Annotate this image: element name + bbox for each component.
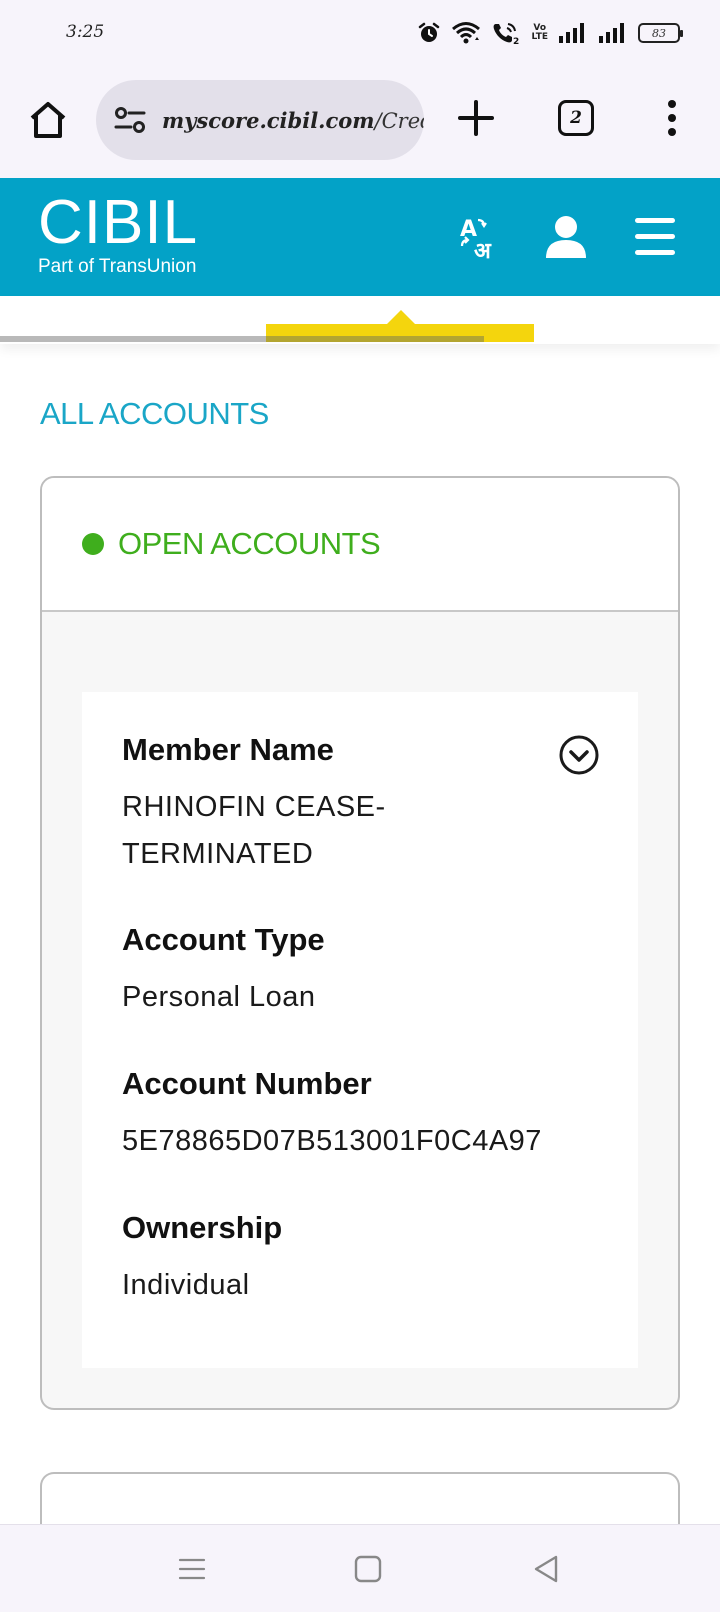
home-square-icon[interactable] — [350, 1551, 386, 1587]
account-type-label: Account Type — [122, 922, 325, 957]
translate-icon[interactable]: A अ — [458, 214, 504, 260]
more-vertical-icon[interactable] — [660, 96, 684, 140]
progress-track-overlay — [266, 336, 484, 342]
logo-tagline: Part of TransUnion — [38, 256, 197, 277]
status-icons: 2 Vo LTE 83 — [417, 18, 683, 48]
wifi-icon — [452, 22, 481, 44]
member-name-line2: TERMINATED — [122, 838, 314, 870]
ownership-value: Individual — [122, 1269, 250, 1301]
status-dot — [82, 533, 104, 555]
chevron-down-circle-icon[interactable] — [558, 734, 600, 776]
address-bar[interactable]: myscore.cibil.com/Cred — [96, 80, 424, 160]
account-number-label: Account Number — [122, 1066, 372, 1101]
signal-icon — [599, 23, 624, 43]
status-bar: 3:25 2 Vo LTE 83 — [0, 0, 720, 66]
svg-text:अ: अ — [474, 239, 492, 260]
logo-text: CIBIL — [38, 188, 199, 257]
battery-level: 83 — [652, 26, 666, 40]
member-name-line1: RHINOFIN CEASE- — [122, 791, 386, 823]
svg-text:2: 2 — [513, 37, 519, 45]
back-triangle-icon[interactable] — [528, 1551, 564, 1587]
recents-menu-icon[interactable] — [174, 1551, 210, 1587]
browser-toolbar: myscore.cibil.com/Cred 2 — [0, 66, 720, 178]
url-domain: myscore.cibil.com — [162, 107, 375, 133]
page-title: ALL ACCOUNTS — [40, 396, 269, 431]
account-details-panel: Member Name RHINOFIN CEASE- TERMINATED A… — [82, 692, 638, 1368]
member-name-value: RHINOFIN CEASE- TERMINATED — [122, 784, 592, 878]
alarm-icon — [419, 22, 440, 42]
wifi-calling-icon: 2 — [494, 23, 520, 45]
open-accounts-label: OPEN ACCOUNTS — [118, 526, 381, 561]
user-icon[interactable] — [544, 214, 588, 260]
member-name-label: Member Name — [122, 732, 334, 767]
volte-badge: Vo LTE — [531, 24, 548, 42]
progress-caret — [387, 310, 415, 324]
open-accounts-card: OPEN ACCOUNTS Member Name RHINOFIN CEASE… — [40, 476, 680, 1410]
url-path: /Cred — [374, 108, 424, 133]
cibil-logo[interactable]: CIBIL Part of TransUnion — [38, 190, 198, 278]
progress-strip — [0, 296, 720, 344]
signal-icon — [559, 23, 584, 43]
status-time: 3:25 — [66, 22, 105, 42]
system-nav-bar — [0, 1524, 720, 1612]
plus-icon[interactable] — [454, 96, 498, 140]
ownership-label: Ownership — [122, 1210, 283, 1245]
tune-icon[interactable] — [112, 102, 148, 138]
hamburger-icon[interactable] — [634, 214, 676, 260]
tab-switcher-button[interactable]: 2 — [558, 100, 594, 136]
url-text[interactable]: myscore.cibil.com/Cred — [162, 108, 424, 133]
open-accounts-header[interactable]: OPEN ACCOUNTS — [42, 478, 678, 612]
battery-indicator: 83 — [638, 23, 683, 43]
home-icon[interactable] — [26, 98, 70, 142]
volte-bottom: LTE — [531, 32, 548, 42]
account-type-value: Personal Loan — [122, 981, 316, 1013]
account-number-value: 5E78865D07B513001F0C4A97 — [122, 1125, 542, 1157]
site-header: CIBIL Part of TransUnion A अ — [0, 178, 720, 296]
tabs-count: 2 — [570, 108, 582, 128]
